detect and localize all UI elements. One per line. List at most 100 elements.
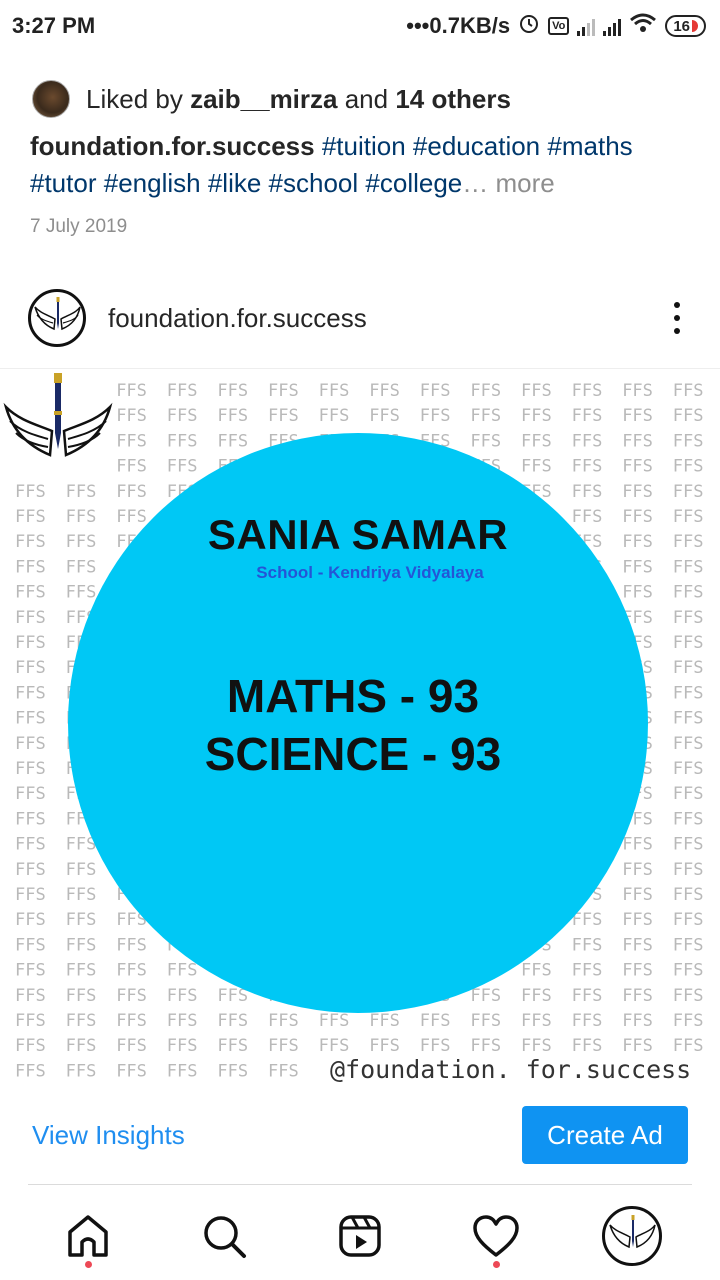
likes-prefix: Liked by — [86, 83, 191, 114]
ffs-pattern-text: FFS — [268, 1011, 299, 1031]
ffs-pattern-text: FFS — [521, 457, 552, 477]
ffs-pattern-text: FFS — [66, 482, 97, 502]
ffs-pattern-text: FFS — [319, 381, 350, 401]
post-username[interactable]: foundation.for.success — [108, 303, 367, 334]
ffs-pattern-text: FFS — [622, 885, 653, 905]
insights-row: View Insights Create Ad — [0, 1100, 720, 1170]
ffs-pattern-text: FFS — [116, 1011, 147, 1031]
ffs-pattern-text: FFS — [15, 482, 46, 502]
ffs-pattern-text: FFS — [673, 633, 704, 653]
bottom-nav — [0, 1192, 720, 1280]
likes-text[interactable]: Liked by zaib__mirza and 14 others — [86, 84, 511, 115]
ffs-pattern-text: FFS — [470, 1011, 501, 1031]
ffs-pattern-text: FFS — [66, 910, 97, 930]
ffs-pattern-text: FFS — [673, 860, 704, 880]
ffs-pattern-text: FFS — [572, 961, 603, 981]
ffs-pattern-text: FFS — [622, 406, 653, 426]
notification-dot — [85, 1261, 92, 1268]
hashtag[interactable]: #education — [413, 131, 540, 161]
nav-profile[interactable] — [600, 1204, 664, 1268]
signal-icon — [577, 16, 596, 36]
ffs-pattern-text: FFS — [673, 910, 704, 930]
ffs-pattern-text: FFS — [116, 457, 147, 477]
post-header: foundation.for.success — [0, 284, 720, 352]
ffs-pattern-text: FFS — [622, 986, 653, 1006]
alarm-icon — [518, 12, 540, 40]
ffs-pattern-text: FFS — [622, 482, 653, 502]
ffs-pattern-text: FFS — [521, 1011, 552, 1031]
ffs-pattern-text: FFS — [15, 784, 46, 804]
more-link[interactable]: more — [488, 168, 554, 198]
ffs-pattern-text: FFS — [167, 457, 198, 477]
ffs-pattern-text: FFS — [66, 1011, 97, 1031]
status-time: 3:27 PM — [12, 13, 96, 38]
ffs-pattern-text: FFS — [470, 431, 501, 451]
nav-reels[interactable] — [328, 1204, 392, 1268]
ffs-pattern-text: FFS — [15, 860, 46, 880]
liker-username[interactable]: zaib__mirza — [190, 84, 337, 114]
post-date: 7 July 2019 — [30, 216, 128, 237]
ffs-pattern-text: FFS — [167, 1036, 198, 1056]
likes-others[interactable]: 14 others — [395, 84, 511, 114]
ffs-pattern-text: FFS — [15, 961, 46, 981]
post-image[interactable]: FFS FFS FFS FFS FFS FFS FFS FFS FFS FFS FFS FFS FFS F… — [0, 368, 720, 1088]
nav-search[interactable] — [192, 1204, 256, 1268]
ffs-pattern-text: FFS — [673, 784, 704, 804]
liker-avatar[interactable] — [32, 80, 70, 118]
hashtag[interactable]: #maths — [547, 131, 632, 161]
likes-row[interactable]: Liked by zaib__mirza and 14 others — [32, 80, 511, 118]
nav-home[interactable] — [56, 1204, 120, 1268]
ffs-pattern-text: FFS — [15, 583, 46, 603]
ffs-pattern-text: FFS — [420, 381, 451, 401]
score-science: SCIENCE - 93 — [204, 728, 502, 780]
more-options-icon[interactable] — [662, 298, 692, 338]
hashtag[interactable]: #like — [208, 168, 261, 198]
ffs-pattern-text: FFS — [673, 457, 704, 477]
ffs-pattern-text: FFS — [15, 1036, 46, 1056]
ffs-pattern-text: FFS — [217, 406, 248, 426]
status-bar: 3:27 PM •••0.7KB/s Vo 16 — [0, 0, 720, 52]
home-icon — [68, 1215, 108, 1257]
heart-icon — [473, 1215, 519, 1257]
hashtag[interactable]: #school — [269, 168, 359, 198]
ffs-pattern-text: FFS — [66, 885, 97, 905]
ffs-pattern-text: FFS — [622, 1011, 653, 1031]
ffs-pattern-text: FFS — [66, 583, 97, 603]
ffs-pattern-text: FFS — [66, 961, 97, 981]
ffs-pattern-text: FFS — [217, 1061, 248, 1081]
post-avatar[interactable] — [28, 289, 86, 347]
ffs-pattern-text: FFS — [268, 406, 299, 426]
ffs-pattern-text: FFS — [622, 910, 653, 930]
ffs-pattern-text: FFS — [167, 986, 198, 1006]
hashtag[interactable]: #tutor — [30, 168, 97, 198]
ffs-pattern-text: FFS — [521, 986, 552, 1006]
ffs-pattern-text: FFS — [116, 431, 147, 451]
hashtag[interactable]: #english — [104, 168, 201, 198]
ffs-pattern-text: FFS — [15, 809, 46, 829]
ffs-pattern-text: FFS — [167, 406, 198, 426]
ffs-pattern-text: FFS — [15, 608, 46, 628]
ffs-pattern-text: FFS — [116, 961, 147, 981]
ffs-pattern-text: FFS — [572, 935, 603, 955]
nav-activity[interactable] — [464, 1204, 528, 1268]
ffs-pattern-text: FFS — [673, 885, 704, 905]
ffs-pattern-text: FFS — [622, 457, 653, 477]
caption-username[interactable]: foundation.for.success — [30, 131, 315, 161]
ffs-pattern-text: FFS — [673, 482, 704, 502]
instagram-handle: @foundation. for.success — [330, 1055, 692, 1084]
create-ad-button[interactable]: Create Ad — [522, 1106, 688, 1164]
ffs-pattern-text: FFS — [217, 381, 248, 401]
ffs-pattern-text: FFS — [622, 583, 653, 603]
ffs-pattern-text: FFS — [673, 1011, 704, 1031]
hashtag[interactable]: #college — [365, 168, 462, 198]
hashtag[interactable]: #tuition — [322, 131, 406, 161]
ffs-pattern-text: FFS — [673, 935, 704, 955]
ffs-pattern-text: FFS — [167, 1011, 198, 1031]
profile-avatar[interactable] — [602, 1206, 662, 1266]
ffs-pattern-text: FFS — [116, 986, 147, 1006]
wifi-icon — [629, 12, 657, 40]
ffs-pattern-text: FFS — [268, 381, 299, 401]
ffs-pattern-text: FFS — [470, 381, 501, 401]
ffs-pattern-text: FFS — [673, 986, 704, 1006]
view-insights-link[interactable]: View Insights — [32, 1120, 185, 1151]
